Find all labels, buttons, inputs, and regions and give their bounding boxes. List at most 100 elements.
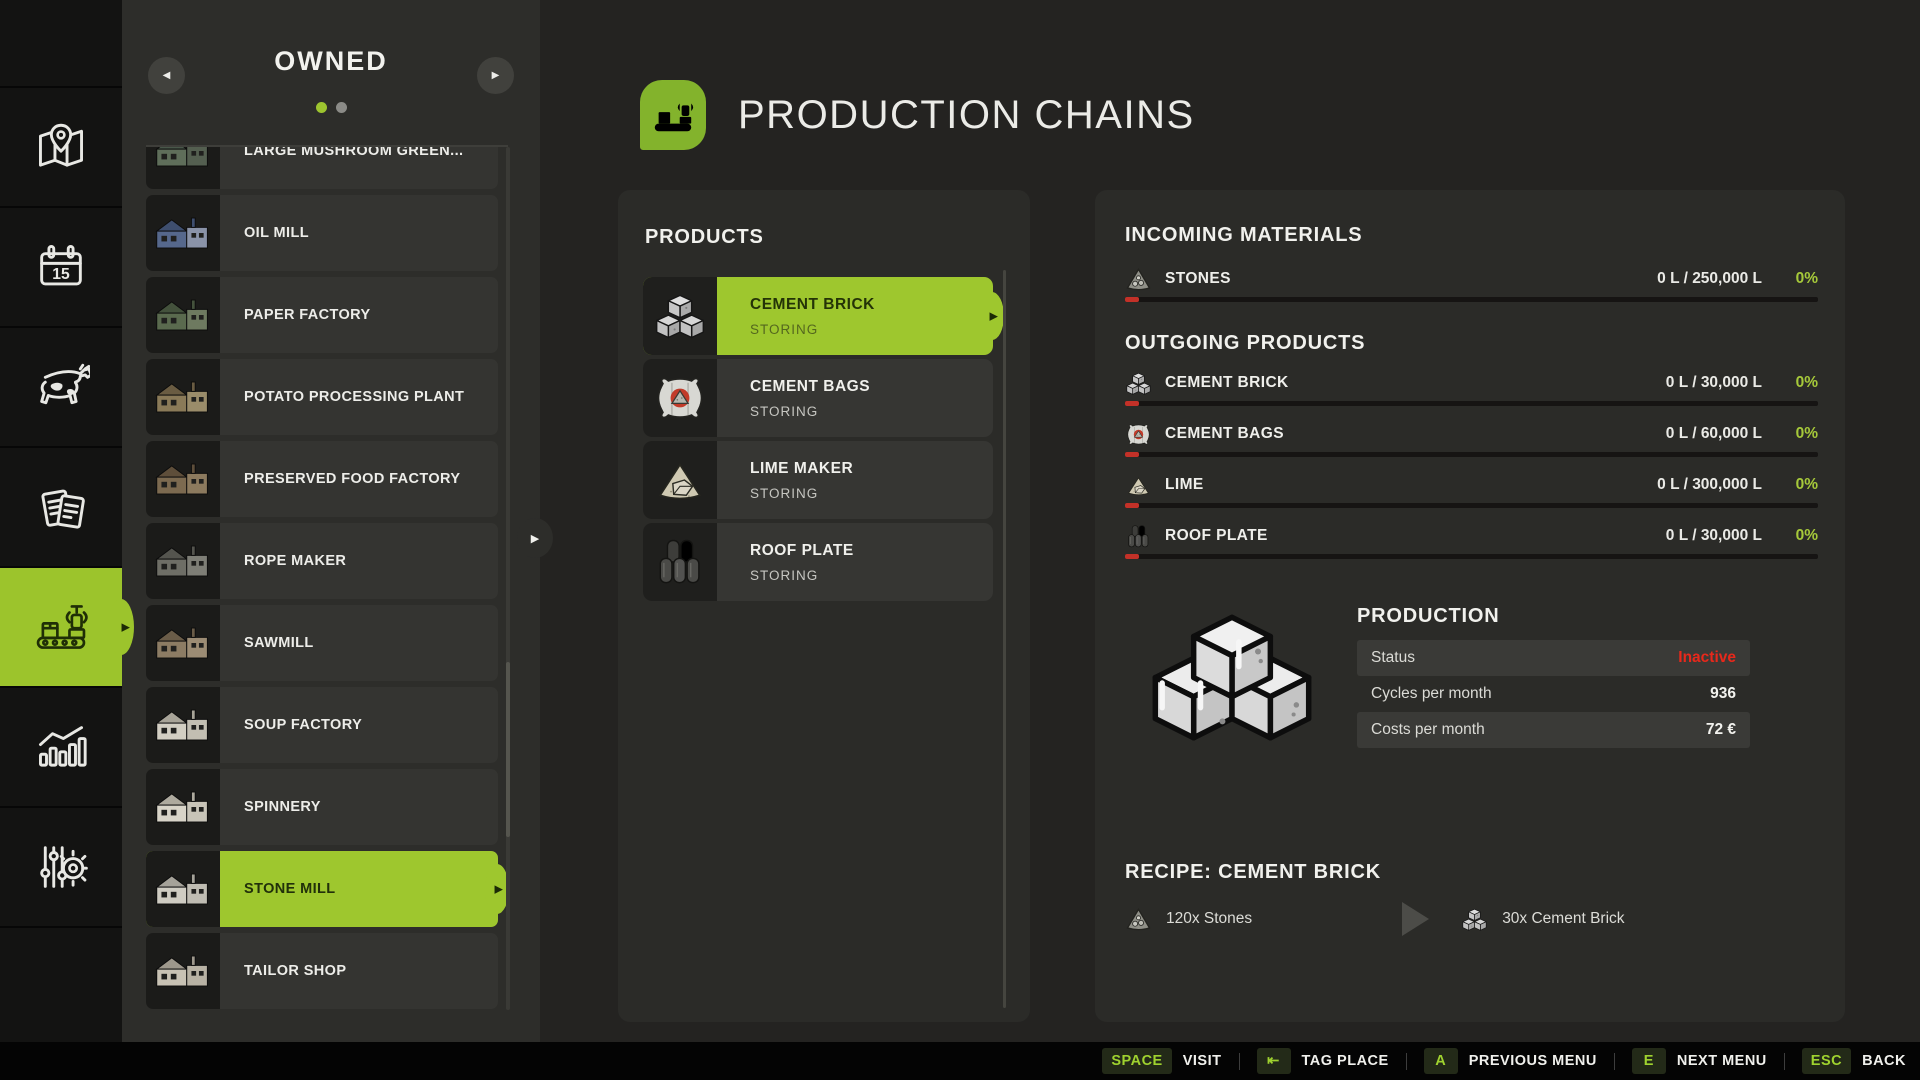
sidebar-item-animals[interactable] bbox=[0, 328, 122, 446]
sidebar-item-statistics[interactable] bbox=[0, 688, 122, 806]
products-list: CEMENT BRICK STORING ▶ CEMENT BAGS STORI… bbox=[643, 277, 993, 605]
cement-brick-image bbox=[1143, 605, 1321, 761]
storage-level-bar bbox=[1125, 554, 1818, 559]
list-item-tailor-shop[interactable]: TAILOR SHOP bbox=[146, 933, 498, 1009]
list-item-rope-maker[interactable]: ROPE MAKER bbox=[146, 523, 498, 599]
owned-panel-expand-arrow[interactable]: ▶ bbox=[517, 518, 553, 558]
cement-brick-icon bbox=[1125, 370, 1152, 397]
material-fill-value: 0 L / 30,000 L bbox=[1666, 527, 1762, 545]
list-item-oil-mill[interactable]: OIL MILL bbox=[146, 195, 498, 271]
list-item-large-mushroom-greenhouse[interactable]: LARGE MUSHROOM GREEN... bbox=[146, 145, 498, 189]
recipe-section: RECIPE: CEMENT BRICK 120x Stones 30x Cem… bbox=[1125, 861, 1818, 936]
settings-sliders-icon bbox=[32, 838, 90, 896]
list-item-spinnery[interactable]: SPINNERY bbox=[146, 769, 498, 845]
sidebar-item-contracts[interactable] bbox=[0, 448, 122, 566]
product-status: STORING bbox=[750, 568, 993, 583]
building-image bbox=[153, 538, 213, 584]
product-label: ROOF PLATE bbox=[750, 542, 993, 560]
sidebar-item-map[interactable] bbox=[0, 88, 122, 206]
production-chains-icon bbox=[640, 80, 706, 150]
page-dots bbox=[122, 102, 540, 113]
list-item-stone-mill-selected[interactable]: STONE MILL ▶ bbox=[146, 851, 498, 927]
scrollbar-thumb[interactable] bbox=[506, 662, 510, 837]
sidebar-spacer bbox=[0, 0, 122, 86]
selected-item-arrow-icon: ▶ bbox=[990, 310, 998, 323]
material-row-cement-bags: CEMENT BAGS 0 L / 60,000 L 0% bbox=[1125, 418, 1818, 450]
building-thumbnail bbox=[146, 145, 220, 189]
product-item-cement-brick-selected[interactable]: CEMENT BRICK STORING ▶ bbox=[643, 277, 993, 355]
lime-icon bbox=[653, 454, 707, 506]
a-key-badge: A bbox=[1424, 1048, 1458, 1074]
product-item-lime-maker[interactable]: LIME MAKER STORING bbox=[643, 441, 993, 519]
material-fill-value: 0 L / 250,000 L bbox=[1657, 270, 1762, 288]
hint-visit[interactable]: SPACE VISIT bbox=[1102, 1048, 1221, 1074]
production-block: PRODUCTION Status Inactive Cycles per mo… bbox=[1125, 605, 1818, 761]
material-label: LIME bbox=[1165, 476, 1204, 494]
calendar-icon bbox=[32, 238, 90, 296]
products-scrollbar[interactable] bbox=[1003, 270, 1006, 1008]
row-label: Status bbox=[1371, 649, 1415, 667]
building-label: SPINNERY bbox=[220, 769, 498, 845]
hint-label: TAG PLACE bbox=[1302, 1053, 1389, 1069]
product-thumbnail bbox=[643, 277, 717, 355]
building-image bbox=[153, 145, 213, 174]
sidebar-item-production[interactable]: ▶ bbox=[0, 568, 122, 686]
building-image bbox=[153, 948, 213, 994]
building-label: OIL MILL bbox=[220, 195, 498, 271]
building-image bbox=[153, 866, 213, 912]
production-status-row: Status Inactive bbox=[1357, 640, 1750, 676]
statistics-icon bbox=[32, 718, 90, 776]
list-item-paper-factory[interactable]: PAPER FACTORY bbox=[146, 277, 498, 353]
building-image bbox=[153, 210, 213, 256]
hint-label: PREVIOUS MENU bbox=[1469, 1053, 1597, 1069]
storage-level-marker bbox=[1125, 401, 1139, 406]
building-thumbnail bbox=[146, 851, 220, 927]
hint-next-menu[interactable]: E NEXT MENU bbox=[1632, 1048, 1767, 1074]
recipe-title: RECIPE: CEMENT BRICK bbox=[1125, 861, 1818, 884]
divider bbox=[1614, 1053, 1615, 1070]
material-label: STONES bbox=[1165, 270, 1231, 288]
building-thumbnail bbox=[146, 605, 220, 681]
hint-tag-place[interactable]: ⇤ TAG PLACE bbox=[1257, 1048, 1389, 1074]
lime-icon bbox=[1125, 472, 1152, 499]
sidebar-item-settings[interactable] bbox=[0, 808, 122, 926]
owned-next-page-button[interactable]: ▶ bbox=[477, 57, 514, 94]
hint-label: VISIT bbox=[1183, 1053, 1222, 1069]
costs-value: 72 € bbox=[1706, 721, 1736, 739]
esc-key-badge: ESC bbox=[1802, 1048, 1851, 1074]
hint-previous-menu[interactable]: A PREVIOUS MENU bbox=[1424, 1048, 1597, 1074]
owned-building-list: LARGE MUSHROOM GREEN... OIL MILL PAPER F… bbox=[146, 145, 508, 1017]
building-label: TAILOR SHOP bbox=[220, 933, 498, 1009]
building-thumbnail bbox=[146, 441, 220, 517]
storage-level-bar bbox=[1125, 503, 1818, 508]
cow-icon bbox=[32, 358, 90, 416]
hint-back[interactable]: ESC BACK bbox=[1802, 1048, 1906, 1074]
list-item-potato-processing-plant[interactable]: POTATO PROCESSING PLANT bbox=[146, 359, 498, 435]
material-row-lime: LIME 0 L / 300,000 L 0% bbox=[1125, 469, 1818, 501]
detail-panel: INCOMING MATERIALS STONES 0 L / 250,000 … bbox=[1095, 190, 1845, 1022]
storage-level-marker bbox=[1125, 452, 1139, 457]
material-fill-percent: 0% bbox=[1762, 270, 1818, 288]
product-status: STORING bbox=[750, 404, 993, 419]
material-fill-percent: 0% bbox=[1762, 425, 1818, 443]
list-item-sawmill[interactable]: SAWMILL bbox=[146, 605, 498, 681]
stones-icon bbox=[1125, 906, 1152, 933]
owned-list-scrollbar[interactable] bbox=[506, 147, 510, 1010]
e-key-badge: E bbox=[1632, 1048, 1666, 1074]
building-image bbox=[153, 292, 213, 338]
active-tab-arrow-icon: ▶ bbox=[122, 621, 130, 634]
main-content: PRODUCTION CHAINS PRODUCTS CEMENT BRICK … bbox=[540, 0, 1920, 1042]
sidebar-item-calendar[interactable] bbox=[0, 208, 122, 326]
tab-key-badge: ⇤ bbox=[1257, 1048, 1291, 1074]
cement-brick-icon bbox=[1461, 906, 1488, 933]
product-item-roof-plate[interactable]: ROOF PLATE STORING bbox=[643, 523, 993, 601]
list-item-soup-factory[interactable]: SOUP FACTORY bbox=[146, 687, 498, 763]
page-dot-active bbox=[316, 102, 327, 113]
product-item-cement-bags[interactable]: CEMENT BAGS STORING bbox=[643, 359, 993, 437]
building-thumbnail bbox=[146, 195, 220, 271]
material-row-stones: STONES 0 L / 250,000 L 0% bbox=[1125, 263, 1818, 295]
material-fill-value: 0 L / 30,000 L bbox=[1666, 374, 1762, 392]
list-item-preserved-food-factory[interactable]: PRESERVED FOOD FACTORY bbox=[146, 441, 498, 517]
roof-plate-icon bbox=[1125, 523, 1152, 550]
production-cycles-row: Cycles per month 936 bbox=[1357, 676, 1750, 712]
